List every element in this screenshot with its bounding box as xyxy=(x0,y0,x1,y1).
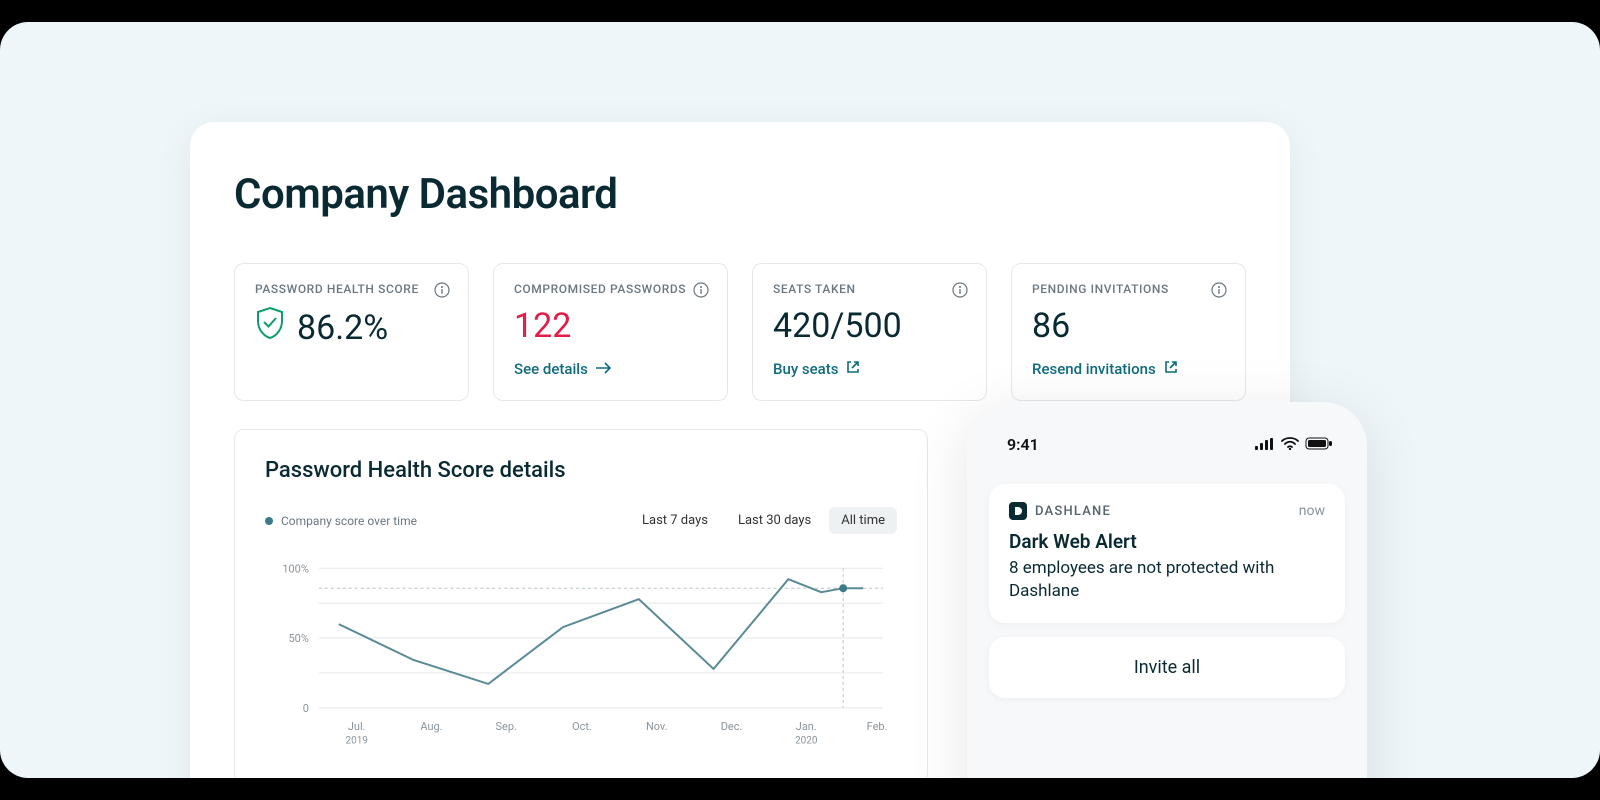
summary-cards: PASSWORD HEALTH SCORE 86.2% COMPROMISED … xyxy=(234,263,1246,401)
x-tick-feb: Feb. xyxy=(867,720,888,733)
wifi-icon xyxy=(1281,435,1299,454)
page-title: Company Dashboard xyxy=(234,170,1246,219)
buy-seats-link[interactable]: Buy seats xyxy=(773,360,860,378)
statusbar-time: 9:41 xyxy=(1007,435,1039,454)
external-link-icon xyxy=(846,360,860,378)
battery-icon xyxy=(1305,435,1333,454)
notification-title: Dark Web Alert xyxy=(1009,530,1325,553)
notification-app: DASHLANE xyxy=(1009,502,1111,520)
x-tick-dec: Dec. xyxy=(721,720,743,733)
x-tick-aug: Aug. xyxy=(420,720,442,733)
legend-label: Company score over time xyxy=(281,514,417,528)
x-tick-sep: Sep. xyxy=(496,720,517,733)
y-tick-0: 0 xyxy=(303,702,309,715)
chart-svg: 100% 50% 0 Jul. xyxy=(265,548,897,758)
link-text: See details xyxy=(514,360,588,378)
cellular-icon xyxy=(1255,435,1275,454)
invite-all-button[interactable]: Invite all xyxy=(989,637,1345,698)
card-compromised: COMPROMISED PASSWORDS 122 See details xyxy=(493,263,728,401)
tab-last-7-days[interactable]: Last 7 days xyxy=(630,507,720,534)
card-label: COMPROMISED PASSWORDS xyxy=(514,282,707,296)
range-tabs: Last 7 days Last 30 days All time xyxy=(630,507,897,534)
notification-header: DASHLANE now xyxy=(1009,502,1325,520)
info-icon[interactable] xyxy=(693,282,709,298)
y-tick-50: 50% xyxy=(289,632,309,645)
notification-time: now xyxy=(1299,503,1325,519)
info-icon[interactable] xyxy=(952,282,968,298)
card-password-health: PASSWORD HEALTH SCORE 86.2% xyxy=(234,263,469,401)
arrow-right-icon xyxy=(596,360,612,378)
y-tick-100: 100% xyxy=(282,562,309,575)
x-tick-jul: Jul. xyxy=(348,720,366,733)
card-value: 420/500 xyxy=(773,306,966,346)
card-seats: SEATS TAKEN 420/500 Buy seats xyxy=(752,263,987,401)
card-value: 122 xyxy=(514,306,707,346)
notification-card[interactable]: DASHLANE now Dark Web Alert 8 employees … xyxy=(989,484,1345,623)
external-link-icon xyxy=(1164,360,1178,378)
x-tick-2019: 2019 xyxy=(346,736,368,747)
legend-dot-icon xyxy=(265,517,273,525)
card-label: PENDING INVITATIONS xyxy=(1032,282,1225,296)
chart-password-health: Password Health Score details Company sc… xyxy=(234,429,928,778)
phone-statusbar: 9:41 xyxy=(989,430,1345,458)
card-value-text: 86.2% xyxy=(297,308,388,348)
backdrop: Company Dashboard PASSWORD HEALTH SCORE … xyxy=(0,22,1600,778)
chart-legend: Company score over time xyxy=(265,514,417,528)
chart-header: Company score over time Last 7 days Last… xyxy=(265,507,897,534)
chart-title: Password Health Score details xyxy=(265,458,897,483)
card-label: PASSWORD HEALTH SCORE xyxy=(255,282,448,296)
info-icon[interactable] xyxy=(434,282,450,298)
dashlane-logo-icon xyxy=(1009,502,1027,520)
resend-invitations-link[interactable]: Resend invitations xyxy=(1032,360,1178,378)
chart-plot: 100% 50% 0 Jul. xyxy=(265,548,897,758)
tab-all-time[interactable]: All time xyxy=(829,507,897,534)
link-text: Resend invitations xyxy=(1032,360,1156,378)
x-tick-nov: Nov. xyxy=(646,720,668,733)
card-value: 86 xyxy=(1032,306,1225,346)
status-icons xyxy=(1255,435,1333,454)
info-icon[interactable] xyxy=(1211,282,1227,298)
notification-body: 8 employees are not protected with Dashl… xyxy=(1009,557,1325,603)
card-pending: PENDING INVITATIONS 86 Resend invitation… xyxy=(1011,263,1246,401)
notification-app-name: DASHLANE xyxy=(1035,504,1111,519)
link-text: Buy seats xyxy=(773,360,838,378)
tab-last-30-days[interactable]: Last 30 days xyxy=(726,507,823,534)
x-tick-jan: Jan. xyxy=(796,720,817,733)
card-value: 86.2% xyxy=(255,306,448,349)
x-tick-2020: 2020 xyxy=(795,736,818,747)
card-label: SEATS TAKEN xyxy=(773,282,966,296)
see-details-link[interactable]: See details xyxy=(514,360,612,378)
x-tick-oct: Oct. xyxy=(572,720,592,733)
shield-check-icon xyxy=(255,306,285,349)
phone-mockup: 9:41 DASHLANE xyxy=(967,402,1367,778)
